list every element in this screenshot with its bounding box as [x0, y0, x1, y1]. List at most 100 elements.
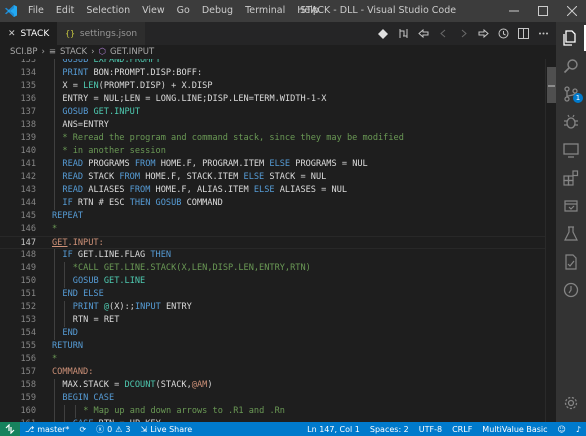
forward-icon[interactable] [474, 25, 492, 43]
code-line[interactable]: 150 GOSUB GET.LINE [0, 275, 545, 288]
line-number[interactable]: 137 [0, 106, 36, 119]
document-check-icon[interactable] [556, 249, 586, 275]
debug-icon[interactable] [556, 109, 586, 135]
code-line[interactable]: 159 BEGIN CASE [0, 392, 545, 405]
code-line[interactable]: 138 ANS=ENTRY [0, 119, 545, 132]
menu-item-terminal[interactable]: Terminal [239, 0, 291, 22]
code-line[interactable]: 135 X = LEN(PROMPT.DISP) + X.DISP [0, 80, 545, 93]
previous-change-icon[interactable] [434, 25, 452, 43]
split-editor-icon[interactable] [514, 25, 532, 43]
code-line[interactable]: 141 READ PROGRAMS FROM HOME.F, PROGRAM.IT… [0, 158, 545, 171]
maximize-button[interactable] [528, 0, 557, 22]
test-icon[interactable] [556, 221, 586, 247]
diamond-action-icon[interactable] [374, 25, 392, 43]
close-tab-icon[interactable]: ✕ [8, 29, 16, 39]
settings-gear-icon[interactable] [556, 390, 586, 416]
line-number[interactable]: 138 [0, 119, 36, 132]
live-share-status[interactable]: ⇲ Live Share [136, 422, 198, 436]
line-number[interactable]: 142 [0, 171, 36, 184]
line-number[interactable]: 160 [0, 405, 36, 418]
history-icon[interactable] [494, 25, 512, 43]
code-line[interactable]: 148 IF GET.LINE.FLAG THEN [0, 249, 545, 262]
breadcrumb-file[interactable]: STACK [60, 47, 87, 57]
sync-status[interactable]: ⟳ [74, 422, 91, 436]
line-number[interactable]: 148 [0, 249, 36, 262]
code-line[interactable]: 139 * Reread the program and command stac… [0, 132, 545, 145]
line-number[interactable]: 146 [0, 223, 36, 236]
explorer-icon[interactable] [556, 25, 586, 51]
code-line[interactable]: 133 GOSUB EXPAND.PROMPT [0, 59, 545, 67]
remote-indicator-icon[interactable] [0, 422, 20, 436]
menu-item-go[interactable]: Go [171, 0, 196, 22]
code-line[interactable]: 153 RTN = RET [0, 314, 545, 327]
close-window-button[interactable] [557, 0, 586, 22]
extensions-icon[interactable] [556, 165, 586, 191]
line-number[interactable]: 159 [0, 392, 36, 405]
code-line[interactable]: 154 END [0, 327, 545, 340]
code-line[interactable]: 142 READ STACK FROM HOME.F, STACK.ITEM EL… [0, 171, 545, 184]
git-branch-status[interactable]: ⎇ master* [20, 422, 74, 436]
menu-item-selection[interactable]: Selection [80, 0, 136, 22]
cursor-position[interactable]: Ln 147, Col 1 [302, 422, 365, 436]
line-number[interactable]: 143 [0, 184, 36, 197]
line-number[interactable]: 136 [0, 93, 36, 106]
line-number[interactable]: 141 [0, 158, 36, 171]
code-line[interactable]: 143 READ ALIASES FROM HOME.F, ALIAS.ITEM … [0, 184, 545, 197]
line-number[interactable]: 156 [0, 353, 36, 366]
code-line[interactable]: 145 REPEAT [0, 210, 545, 223]
next-change-icon[interactable] [454, 25, 472, 43]
menu-item-file[interactable]: File [22, 0, 50, 22]
timeline-icon[interactable] [556, 277, 586, 303]
code-line[interactable]: 149 *CALL GET.LINE.STACK(X,LEN,DISP.LEN,E… [0, 262, 545, 275]
line-number[interactable]: 139 [0, 132, 36, 145]
line-number[interactable]: 133 [0, 59, 36, 67]
feedback-icon[interactable]: ☺ [553, 422, 571, 436]
line-number[interactable]: 149 [0, 262, 36, 275]
line-number[interactable]: 135 [0, 80, 36, 93]
notifications-bell-icon[interactable]: ♪ [571, 422, 586, 436]
line-number[interactable]: 151 [0, 288, 36, 301]
code-line[interactable]: 134 PRINT BON:PROMPT.DISP:BOFF: [0, 67, 545, 80]
encoding-status[interactable]: UTF-8 [414, 422, 447, 436]
line-number[interactable]: 150 [0, 275, 36, 288]
code-line[interactable]: 151 END ELSE [0, 288, 545, 301]
source-control-icon[interactable]: 1 [556, 81, 586, 107]
code-line[interactable]: 136 ENTRY = NUL;LEN = LONG.LINE;DISP.LEN=… [0, 93, 545, 106]
code-line[interactable]: 156 * [0, 353, 545, 366]
line-number[interactable]: 152 [0, 301, 36, 314]
editor-scrollbar[interactable] [545, 59, 556, 422]
line-number[interactable]: 153 [0, 314, 36, 327]
line-number[interactable]: 158 [0, 379, 36, 392]
tab-stack[interactable]: ✕ STACK [0, 22, 58, 45]
line-number[interactable]: 155 [0, 340, 36, 353]
menu-item-edit[interactable]: Edit [50, 0, 80, 22]
breadcrumb-folder[interactable]: SCI.BP [10, 47, 38, 57]
language-mode[interactable]: MultiValue Basic [477, 422, 552, 436]
line-number[interactable]: 145 [0, 210, 36, 223]
line-number[interactable]: 134 [0, 67, 36, 80]
line-number[interactable]: 140 [0, 145, 36, 158]
more-actions-icon[interactable] [534, 25, 552, 43]
code-line[interactable]: 137 GOSUB GET.INPUT [0, 106, 545, 119]
indentation-status[interactable]: Spaces: 2 [365, 422, 414, 436]
code-line[interactable]: 158 MAX.STACK = DCOUNT(STACK,@AM) [0, 379, 545, 392]
code-line[interactable]: 147 GET.INPUT: [0, 236, 545, 249]
code-line[interactable]: 157 COMMAND: [0, 366, 545, 379]
search-icon[interactable] [556, 53, 586, 79]
go-back-icon[interactable] [414, 25, 432, 43]
live-share-panel-icon[interactable] [556, 193, 586, 219]
code-line[interactable]: 144 IF RTN # ESC THEN GOSUB COMMAND [0, 197, 545, 210]
tab-settings-json[interactable]: {} settings.json [57, 22, 146, 45]
remote-explorer-icon[interactable] [556, 137, 586, 163]
code-line[interactable]: 155 RETURN [0, 340, 545, 353]
line-number[interactable]: 154 [0, 327, 36, 340]
eol-status[interactable]: CRLF [447, 422, 477, 436]
minimize-button[interactable] [499, 0, 528, 22]
code-editor[interactable]: 133 GOSUB EXPAND.PROMPT 134 PRINT BON: PROMP… [0, 59, 545, 422]
code-line[interactable]: 160 * Map up and down arrows to .R1 and .… [0, 405, 545, 418]
code-line[interactable]: 146 * [0, 223, 545, 236]
breadcrumb-symbol[interactable]: GET.INPUT [110, 47, 154, 57]
line-number[interactable]: 144 [0, 197, 36, 210]
problems-status[interactable]: ⓧ 0 ⚠ 3 [91, 422, 135, 436]
menu-item-debug[interactable]: Debug [196, 0, 239, 22]
